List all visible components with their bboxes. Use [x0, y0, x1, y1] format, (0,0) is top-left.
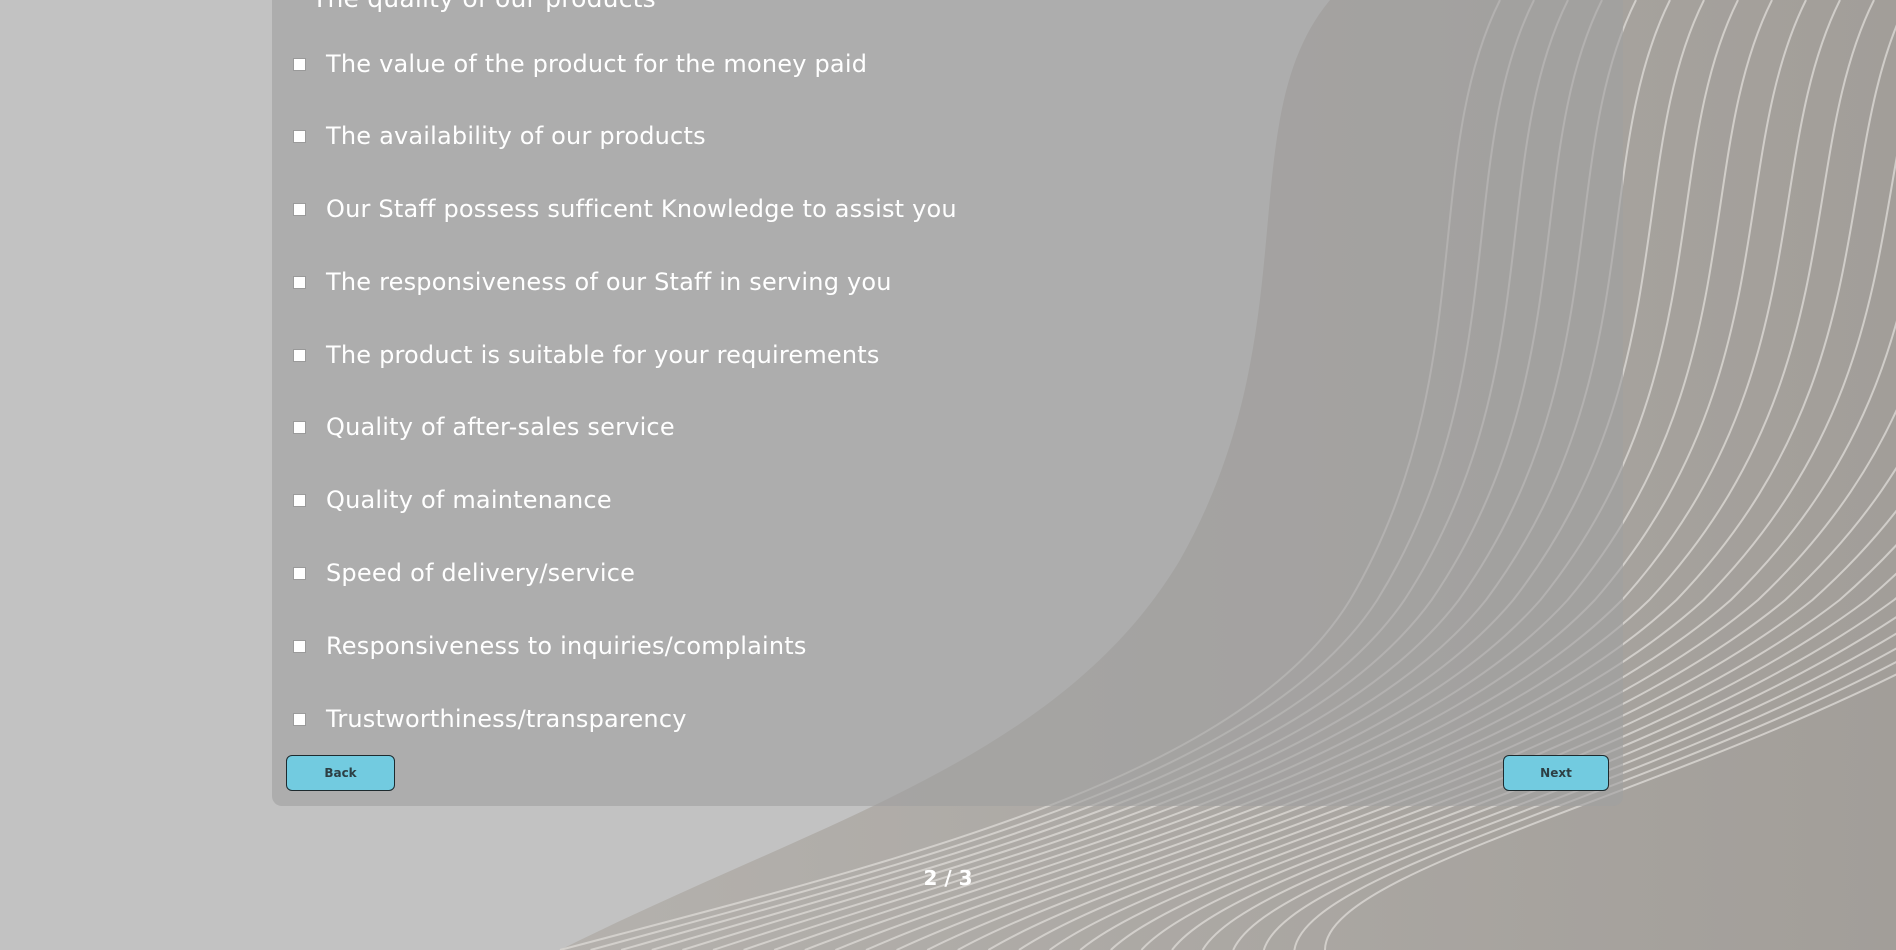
next-button[interactable]: Next: [1503, 755, 1609, 791]
checkbox[interactable]: [293, 129, 306, 143]
checkbox[interactable]: [293, 639, 306, 653]
option-item[interactable]: The responsiveness of our Staff in servi…: [290, 262, 892, 302]
checkbox[interactable]: [293, 202, 306, 216]
option-label: The product is suitable for your require…: [326, 341, 880, 369]
option-label: Responsiveness to inquiries/complaints: [326, 632, 807, 660]
checkbox[interactable]: [293, 493, 306, 507]
checkbox[interactable]: [293, 420, 306, 434]
option-item[interactable]: Speed of delivery/service: [290, 553, 635, 593]
option-item[interactable]: Trustworthiness/transparency: [290, 699, 687, 739]
option-label: The responsiveness of our Staff in servi…: [326, 268, 892, 296]
option-label: Quality of maintenance: [326, 486, 612, 514]
option-item[interactable]: Our Staff possess sufficent Knowledge to…: [290, 189, 957, 229]
back-button[interactable]: Back: [286, 755, 395, 791]
option-item[interactable]: The availability of our products: [290, 116, 706, 156]
checkbox[interactable]: [293, 275, 306, 289]
option-item[interactable]: The value of the product for the money p…: [290, 44, 867, 84]
option-label: The availability of our products: [326, 122, 706, 150]
option-label: Our Staff possess sufficent Knowledge to…: [326, 195, 957, 223]
option-label: Trustworthiness/transparency: [326, 705, 687, 733]
option-item[interactable]: Responsiveness to inquiries/complaints: [290, 626, 807, 666]
option-item[interactable]: Quality of maintenance: [290, 480, 612, 520]
page-indicator: 2 / 3: [923, 866, 973, 890]
option-label: Speed of delivery/service: [326, 559, 636, 587]
survey-panel: The quality of our products The value of…: [272, 0, 1623, 806]
checkbox[interactable]: [293, 57, 306, 71]
option-label: Quality of after-sales service: [326, 413, 675, 441]
checkbox[interactable]: [293, 348, 306, 362]
checkbox[interactable]: [293, 712, 306, 726]
checkbox[interactable]: [293, 566, 306, 580]
partial-option-label: The quality of our products: [312, 0, 656, 13]
option-item[interactable]: Quality of after-sales service: [290, 407, 675, 447]
option-item[interactable]: The product is suitable for your require…: [290, 335, 880, 375]
option-label: The value of the product for the money p…: [326, 50, 868, 78]
